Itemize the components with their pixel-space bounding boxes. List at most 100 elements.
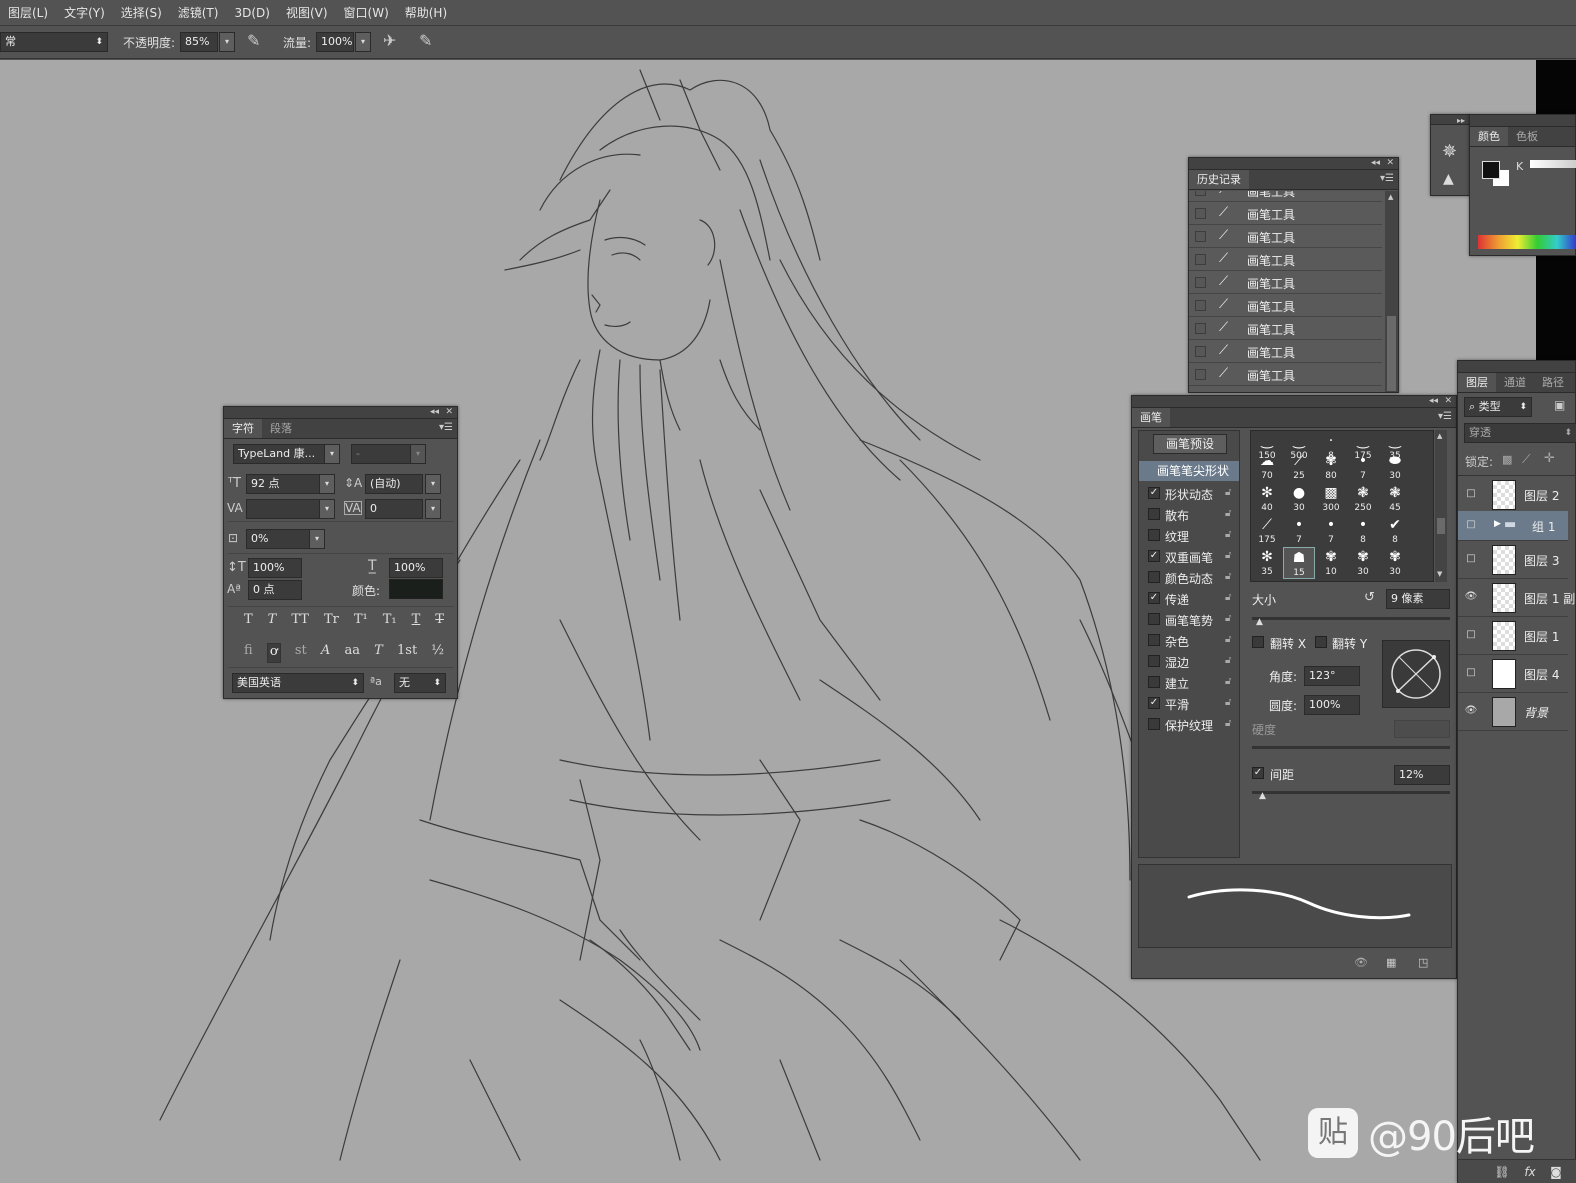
contextual-alt-button[interactable]: ơ (266, 643, 281, 663)
menu-layer[interactable]: 图层(L) (0, 0, 56, 26)
brush-tip[interactable]: ● 30 (1283, 483, 1315, 515)
history-item[interactable]: ⟋ 画笔工具 (1189, 248, 1382, 271)
brush-tip[interactable]: ✾ 30 (1379, 547, 1411, 579)
brush-tip[interactable]: ▩ 300 (1315, 483, 1347, 515)
snapshot-checkbox[interactable] (1195, 231, 1206, 242)
fractions-button[interactable]: ½ (431, 643, 444, 663)
leading-dropdown[interactable]: ▾ (425, 474, 441, 494)
brush-tip[interactable]: ✻ 35 (1251, 547, 1283, 579)
lock-icon[interactable]: 🔓︎ (1225, 550, 1231, 561)
tab-character[interactable]: 字符 (224, 419, 262, 438)
font-size-input[interactable]: 92 点 (246, 474, 320, 494)
navigator-icon[interactable]: ✵ (1442, 141, 1457, 162)
wet-edges-checkbox[interactable] (1148, 655, 1160, 667)
brush-tip[interactable]: • 7 (1283, 515, 1315, 547)
tab-paragraph[interactable]: 段落 (262, 419, 300, 438)
font-family-select[interactable]: TypeLand 康... (233, 444, 325, 464)
histogram-icon[interactable]: ▲ (1443, 171, 1454, 187)
lock-pixels-icon[interactable]: ⟋ (1522, 452, 1530, 467)
size-input[interactable]: 9 像素 (1386, 589, 1450, 609)
layer-row[interactable]: □ 图层 1 (1458, 617, 1568, 655)
protect-texture-checkbox[interactable] (1148, 718, 1160, 730)
menu-3d[interactable]: 3D(D) (226, 0, 277, 26)
close-icon[interactable]: ✕ (445, 407, 453, 418)
ordinals-button[interactable]: 1st (397, 643, 417, 663)
spacing-input[interactable]: 12% (1394, 765, 1450, 785)
brush-tip[interactable]: ⟋ 175 (1251, 515, 1283, 547)
subscript-button[interactable]: T₁ (383, 612, 397, 630)
layer-filter-kind[interactable]: ⌕ 类型 ⬍ (1464, 397, 1532, 417)
character-panel-titlebar[interactable]: ◂◂ ✕ (224, 407, 457, 419)
scattering-label[interactable]: 散布 (1165, 507, 1189, 524)
shape-dynamics-label[interactable]: 形状动态 (1165, 486, 1213, 503)
image-filter-icon[interactable]: ▣ (1554, 398, 1565, 412)
color-dynamics-label[interactable]: 颜色动态 (1165, 570, 1213, 587)
visibility-toggle[interactable]: □ (1464, 553, 1478, 567)
brush-tip[interactable]: ✔ 8 (1379, 515, 1411, 547)
tab-history[interactable]: 历史记录 (1189, 170, 1249, 189)
brush-tip[interactable]: ☁ 70 (1251, 451, 1283, 483)
history-item[interactable]: ⟋ 画笔工具 (1189, 271, 1382, 294)
snapshot-checkbox[interactable] (1195, 208, 1206, 219)
k-slider[interactable] (1530, 160, 1576, 168)
layer-style-icon[interactable]: fx (1520, 1162, 1540, 1182)
angle-input[interactable]: 123° (1304, 666, 1360, 686)
font-family-dropdown[interactable]: ▾ (324, 444, 340, 464)
color-spectrum-bar[interactable] (1478, 235, 1576, 249)
visibility-toggle[interactable]: □ (1464, 629, 1478, 643)
scroll-thumb[interactable] (1437, 518, 1445, 534)
build-up-checkbox[interactable] (1148, 676, 1160, 688)
font-size-dropdown[interactable]: ▾ (319, 474, 335, 494)
brush-tip[interactable]: ❃ 45 (1379, 483, 1411, 515)
visibility-toggle[interactable]: □ (1464, 667, 1478, 681)
scroll-thumb[interactable] (1387, 316, 1396, 391)
mini-toolbar-titlebar[interactable]: ▸▸ (1431, 115, 1469, 125)
wet-edges-label[interactable]: 湿边 (1165, 654, 1189, 671)
panel-menu-icon[interactable]: ▾☰ (439, 422, 453, 433)
history-item[interactable]: ⟋ 画笔工具 (1189, 225, 1382, 248)
noise-label[interactable]: 杂色 (1165, 633, 1189, 650)
lock-transparent-icon[interactable]: ▩ (1502, 453, 1512, 466)
lock-position-icon[interactable]: ✛ (1544, 451, 1555, 466)
collapse-icon[interactable]: ◂◂ (430, 407, 439, 418)
tab-paths[interactable]: 路径 (1534, 373, 1572, 392)
history-panel-titlebar[interactable]: ◂◂ ✕ (1189, 158, 1398, 170)
blend-mode-select[interactable]: 穿透 ⬍ (1464, 423, 1576, 443)
size-slider-handle[interactable]: ▲ (1256, 617, 1263, 627)
titling-alt-button[interactable]: T (374, 643, 383, 663)
texture-label[interactable]: 纹理 (1165, 528, 1189, 545)
font-style-dropdown[interactable]: ▾ (410, 444, 426, 464)
size-slider[interactable] (1252, 617, 1450, 620)
link-layers-icon[interactable]: ⛓︎ (1492, 1162, 1512, 1182)
snapshot-checkbox[interactable] (1195, 277, 1206, 288)
scroll-up-icon[interactable]: ▲ (1388, 193, 1393, 201)
menu-select[interactable]: 选择(S) (113, 0, 170, 26)
menu-view[interactable]: 视图(V) (278, 0, 336, 26)
swash-button[interactable]: A (321, 643, 330, 663)
layer-row[interactable]: 👁︎ 背景 (1458, 693, 1568, 731)
spacing-slider[interactable] (1252, 791, 1450, 794)
flip-x-checkbox[interactable] (1252, 636, 1264, 648)
menu-window[interactable]: 窗口(W) (336, 0, 397, 26)
lock-icon[interactable]: 🔓︎ (1225, 613, 1231, 624)
snapshot-checkbox[interactable] (1195, 323, 1206, 334)
tab-color[interactable]: 颜色 (1470, 127, 1508, 146)
superscript-button[interactable]: T¹ (354, 612, 368, 630)
history-item[interactable]: ⟋ 画笔工具 (1189, 294, 1382, 317)
airbrush-icon[interactable]: ✈ (383, 31, 396, 50)
texture-checkbox[interactable] (1148, 529, 1160, 541)
noise-checkbox[interactable] (1148, 634, 1160, 646)
brush-tip[interactable]: ✾ 80 (1315, 451, 1347, 483)
small-caps-button[interactable]: Tr (324, 612, 339, 630)
layer-row[interactable]: 👁︎ 图层 1 副 (1458, 579, 1575, 617)
brush-tip[interactable]: • 7 (1347, 451, 1379, 483)
vertical-scale-input[interactable]: 100% (248, 558, 302, 578)
lock-icon[interactable]: 🔓︎ (1225, 634, 1231, 645)
brush-tip-scrollbar[interactable]: ▲ ▼ (1435, 430, 1447, 582)
faux-italic-button[interactable]: T (268, 612, 277, 630)
transfer-checkbox[interactable]: ✓ (1148, 592, 1160, 604)
baseline-shift-input[interactable]: 0 点 (248, 580, 302, 600)
brush-grid-icon[interactable]: ▦ (1386, 956, 1396, 969)
lock-icon[interactable]: 🔓︎ (1225, 529, 1231, 540)
history-item[interactable]: ⟋ 画笔工具 (1189, 191, 1382, 202)
